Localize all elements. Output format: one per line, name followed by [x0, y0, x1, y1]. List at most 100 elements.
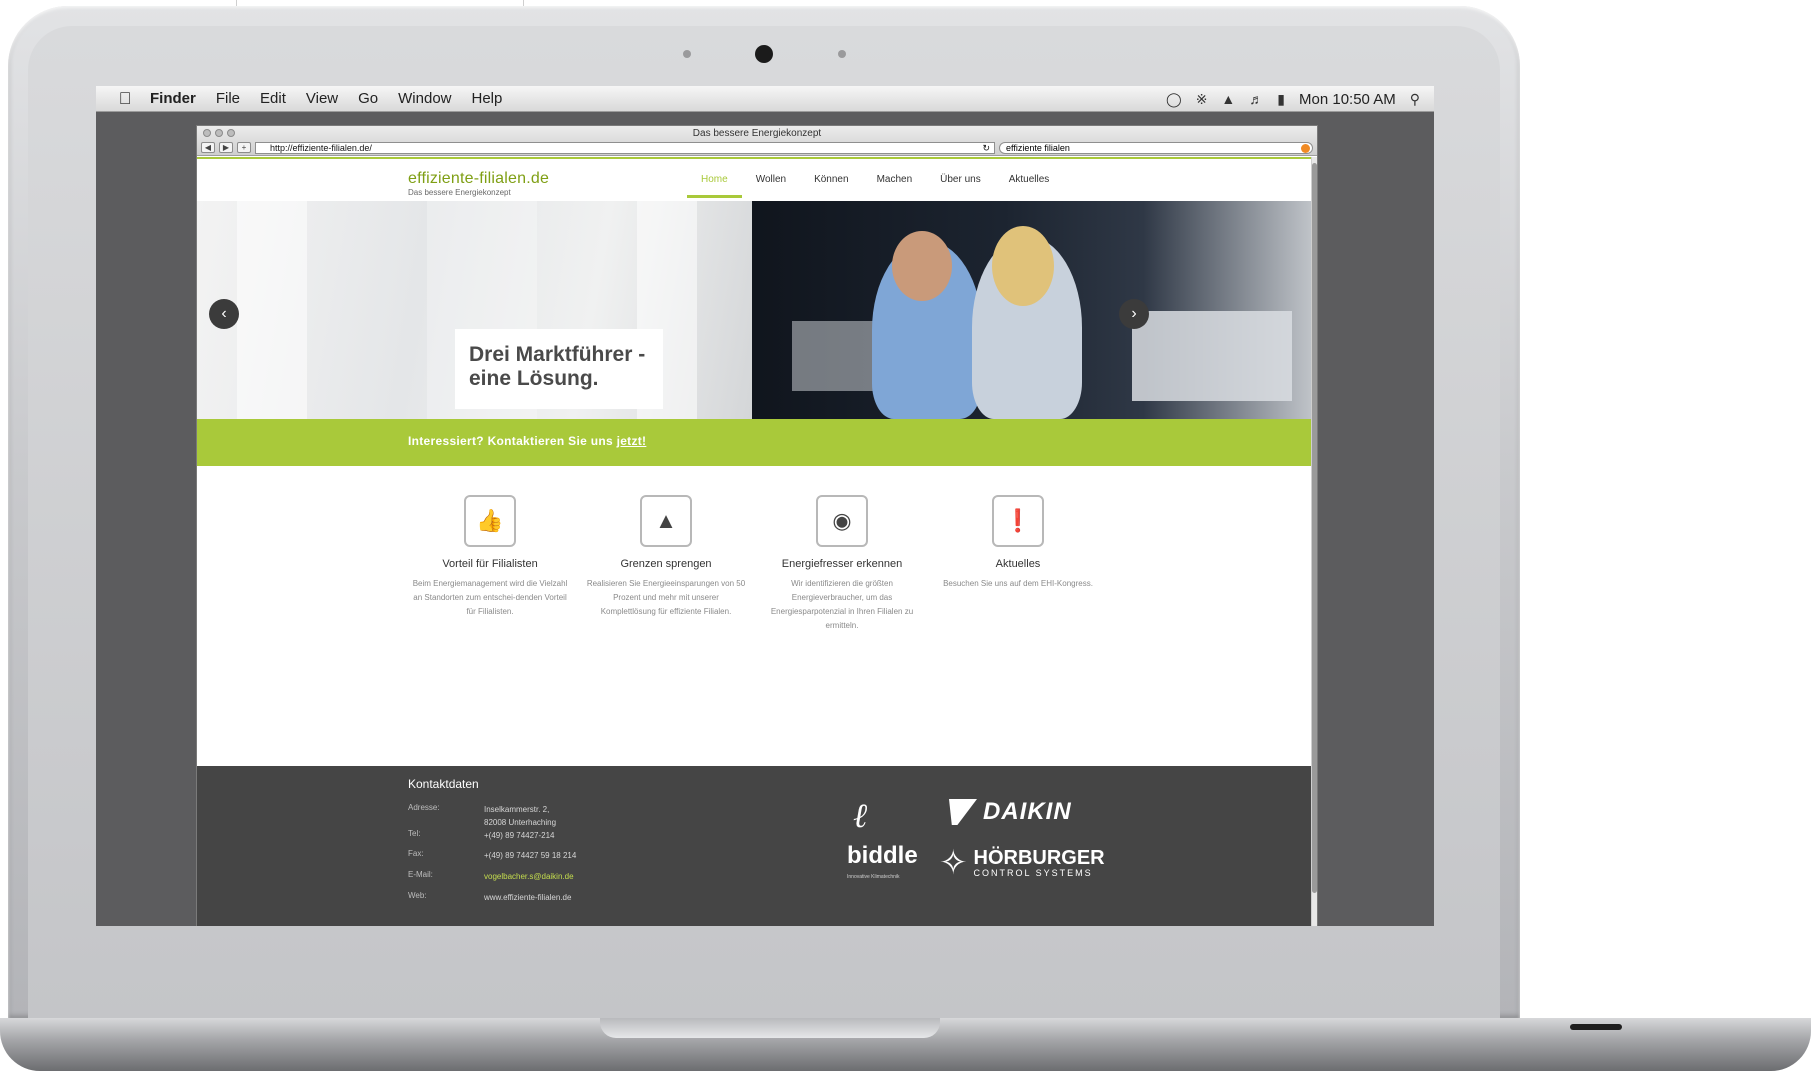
forward-button[interactable]: ▶ — [219, 142, 233, 153]
menu-file[interactable]: File — [216, 90, 240, 107]
clock[interactable]: Mon 10:50 AM — [1299, 91, 1396, 108]
hoerburger-text: HÖRBURGER CONTROL SYSTEMS — [974, 848, 1105, 878]
contact-row: E-Mail: vogelbacher.s@daikin.de — [408, 870, 574, 883]
nav-machen[interactable]: Machen — [863, 170, 927, 198]
feature-item[interactable]: ▲ Grenzen sprengen Realisieren Sie Energ… — [578, 495, 754, 633]
menu-go[interactable]: Go — [358, 90, 378, 107]
contact-row: Web: www.effiziente-filialen.de — [408, 891, 571, 904]
hoerburger-subline: CONTROL SYSTEMS — [973, 868, 1093, 878]
screen:  Finder File Edit View Go Window Help ◯… — [96, 86, 1434, 926]
contact-label: E-Mail: — [408, 870, 433, 879]
contact-label: Tel: — [408, 829, 421, 838]
search-field[interactable]: effiziente filialen — [999, 141, 1313, 154]
url-text: http://effiziente-filialen.de/ — [270, 142, 372, 153]
browser-window: Das bessere Energiekonzept ◀ ▶ + http://… — [197, 126, 1317, 926]
email-link[interactable]: vogelbacher.s@daikin.de — [484, 870, 574, 883]
daikin-mark-icon — [949, 799, 977, 825]
browser-titlebar: Das bessere Energiekonzept ◀ ▶ + http://… — [197, 126, 1317, 156]
contact-value: +(49) 89 74427-214 — [484, 831, 555, 840]
laptop-mockup:  Finder File Edit View Go Window Help ◯… — [0, 0, 1811, 1071]
slider-prev-button[interactable]: ‹ — [209, 299, 239, 329]
rocket-icon: ▲ — [640, 495, 692, 547]
thumbs-up-icon: 👍 — [464, 495, 516, 547]
hoerburger-mark-icon: ✧ — [939, 844, 968, 882]
hero-caption: Drei Marktführer - eine Lösung. — [455, 329, 663, 409]
menu-help[interactable]: Help — [472, 90, 503, 107]
cta-banner: Interessiert? Kontaktieren Sie uns jetzt… — [197, 419, 1311, 466]
store-pillar — [237, 201, 307, 419]
feature-title: Vorteil für Filialisten — [442, 558, 538, 570]
footer-title: Kontaktdaten — [408, 777, 479, 791]
biddle-logo[interactable]: ℓ biddle Innovative Klimatechnik — [845, 796, 918, 886]
search-clear-icon[interactable] — [1301, 143, 1310, 153]
cta-label: Interessiert? Kontaktieren Sie uns — [408, 434, 617, 448]
back-button[interactable]: ◀ — [201, 142, 215, 153]
daikin-logo[interactable]: DAIKIN — [949, 798, 1072, 826]
feature-item[interactable]: ❗ Aktuelles Besuchen Sie uns auf dem EHI… — [930, 495, 1106, 633]
woman-head — [992, 226, 1054, 306]
window-title: Das bessere Energiekonzept — [692, 128, 822, 139]
battery-icon[interactable]: ▮ — [1277, 91, 1285, 108]
bluetooth-icon[interactable]: ※ — [1196, 91, 1208, 108]
menu-edit[interactable]: Edit — [260, 90, 286, 107]
man-head — [892, 231, 952, 301]
camera-icon — [755, 45, 773, 63]
mac-menubar:  Finder File Edit View Go Window Help ◯… — [96, 86, 1434, 112]
browser-toolbar: ◀ ▶ + http://effiziente-filialen.de/ ↻ e… — [201, 141, 1313, 154]
address-bar[interactable]: http://effiziente-filialen.de/ ↻ — [255, 141, 995, 154]
feature-text: Wir identifizieren die größten Energieve… — [770, 579, 914, 630]
nav-aktuelles[interactable]: Aktuelles — [995, 170, 1064, 198]
nav-ueber-uns[interactable]: Über uns — [926, 170, 995, 198]
hero-slider: Drei Marktführer - eine Lösung. ‹ › — [197, 201, 1311, 419]
site-logo[interactable]: effiziente-filialen.de — [408, 170, 549, 188]
scrollbar-thumb[interactable] — [1312, 163, 1317, 893]
eye-icon: ◉ — [816, 495, 868, 547]
slider-next-button[interactable]: › — [1119, 299, 1149, 329]
add-bookmark-button[interactable]: + — [237, 142, 251, 153]
wifi-icon[interactable]: ▲ — [1221, 91, 1235, 107]
feature-title: Energiefresser erkennen — [781, 558, 903, 570]
sensor-dot — [683, 50, 691, 58]
web-page: effiziente-filialen.de Das bessere Energ… — [197, 157, 1311, 926]
daikin-wordmark: DAIKIN — [983, 798, 1072, 825]
hoerburger-wordmark: HÖRBURGER — [973, 847, 1105, 869]
menu-finder[interactable]: Finder — [150, 90, 196, 107]
feature-text: Beim Energiemanagement wird die Vielzahl… — [412, 579, 568, 616]
vertical-scrollbar[interactable] — [1311, 157, 1317, 926]
nav-koennen[interactable]: Können — [800, 170, 862, 198]
spotlight-icon[interactable]: ⚲ — [1410, 91, 1420, 108]
apple-icon[interactable]:  — [112, 89, 138, 109]
cta-text: Interessiert? Kontaktieren Sie uns jetzt… — [408, 434, 646, 448]
contact-row: Tel: +(49) 89 74427-214 — [408, 829, 555, 842]
volume-icon[interactable]: ♬ — [1249, 91, 1263, 107]
nav-wollen[interactable]: Wollen — [742, 170, 800, 198]
hoerburger-logo[interactable]: ✧ HÖRBURGER CONTROL SYSTEMS — [939, 846, 1105, 880]
reload-icon[interactable]: ↻ — [982, 143, 990, 153]
menu-window[interactable]: Window — [398, 90, 451, 107]
sensor-dot — [838, 50, 846, 58]
contact-row: Fax: +(49) 89 74427 59 18 214 — [408, 849, 576, 862]
contact-label: Web: — [408, 891, 427, 900]
feature-item[interactable]: 👍 Vorteil für Filialisten Beim Energiema… — [402, 495, 578, 633]
contact-label: Adresse: — [408, 803, 440, 812]
store-shelf — [1132, 311, 1292, 401]
accent-line — [197, 157, 1311, 159]
nav-home[interactable]: Home — [687, 170, 742, 198]
site-footer: Kontaktdaten Adresse: Inselkammerstr. 2, … — [197, 766, 1311, 926]
feature-list: 👍 Vorteil für Filialisten Beim Energiema… — [402, 495, 1122, 633]
web-link[interactable]: www.effiziente-filialen.de — [484, 891, 571, 904]
feature-text: Besuchen Sie uns auf dem EHI-Kongress. — [943, 579, 1093, 588]
hero-couple-image — [752, 201, 1311, 419]
search-text: effiziente filialen — [1006, 142, 1070, 153]
feature-item[interactable]: ◉ Energiefresser erkennen Wir identifizi… — [754, 495, 930, 633]
exclamation-icon: ❗ — [992, 495, 1044, 547]
menubar-status: ◯ ※ ▲ ♬ ▮ Mon 10:50 AM ⚲ — [1166, 86, 1420, 112]
biddle-swirl-icon: ℓ — [853, 796, 868, 836]
hero-headline: Drei Marktführer - eine Lösung. — [469, 343, 646, 390]
laptop-notch — [600, 1018, 940, 1038]
menu-view[interactable]: View — [306, 90, 338, 107]
feature-text: Realisieren Sie Energieeinsparungen von … — [586, 579, 746, 616]
chat-icon[interactable]: ◯ — [1166, 91, 1182, 108]
contact-label: Fax: — [408, 849, 424, 858]
cta-link[interactable]: jetzt! — [617, 434, 647, 448]
